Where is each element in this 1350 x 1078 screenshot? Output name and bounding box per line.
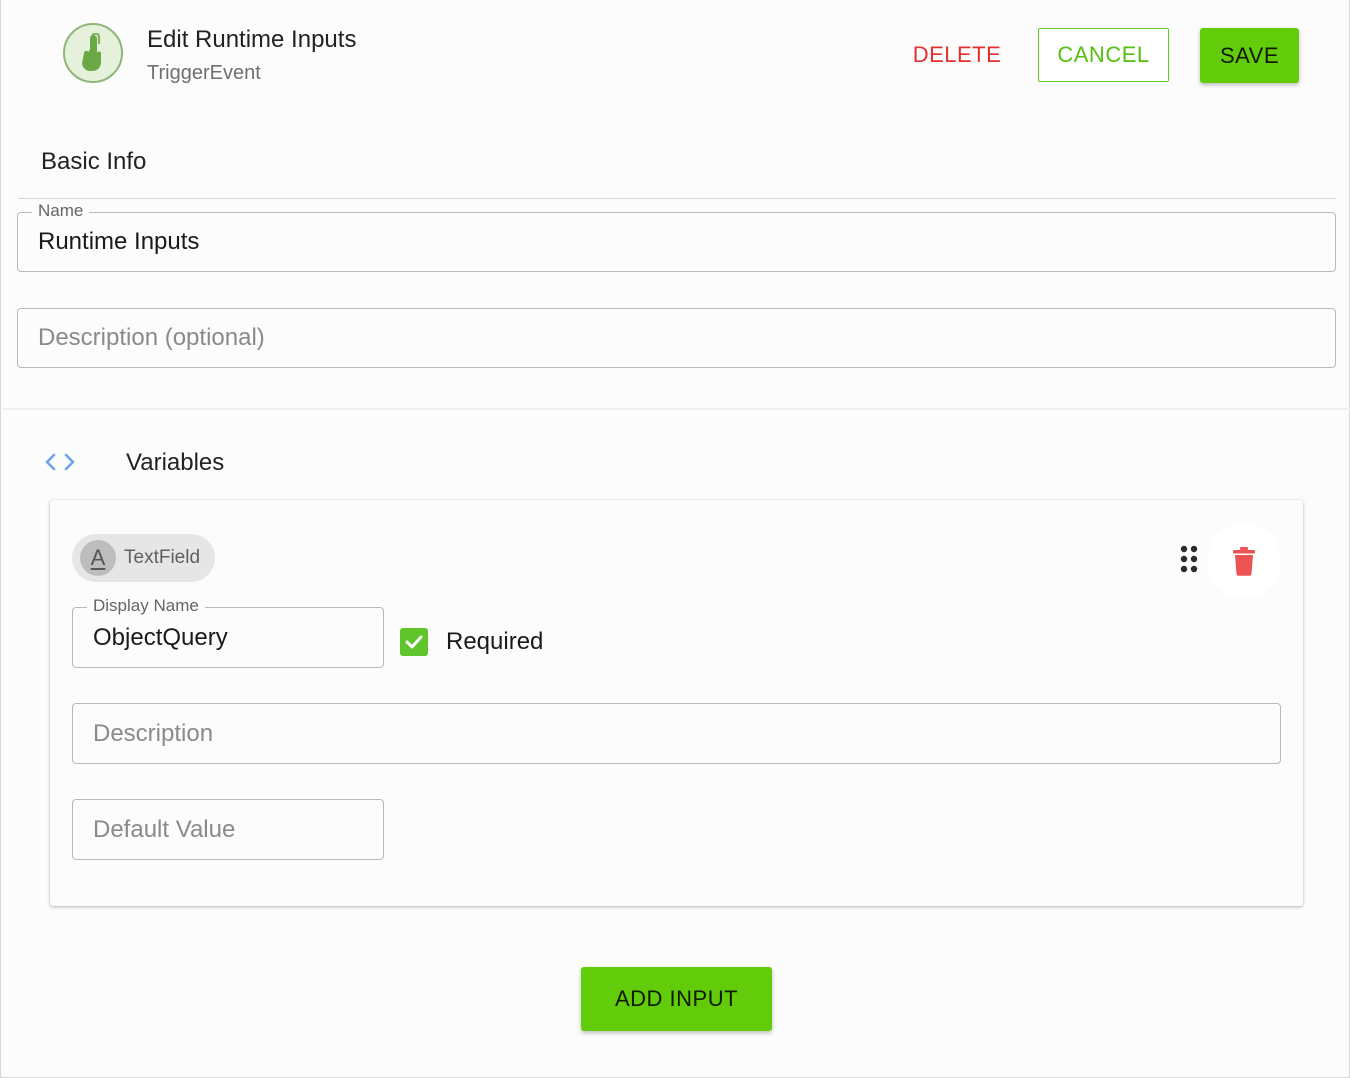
required-checkbox-group: Required	[400, 628, 543, 656]
page-subtitle: TriggerEvent	[147, 62, 261, 84]
section-divider	[18, 198, 1336, 199]
variable-description-field[interactable]: Description	[72, 703, 1281, 764]
description-field[interactable]: Description (optional)	[17, 308, 1336, 368]
code-brackets-icon	[42, 450, 78, 474]
required-checkbox[interactable]	[400, 628, 428, 656]
name-field-label: Name	[32, 201, 90, 221]
display-name-field-label: Display Name	[87, 596, 205, 616]
add-input-button[interactable]: ADD INPUT	[581, 967, 772, 1031]
trash-icon	[1233, 547, 1255, 576]
text-field-type-icon: A	[80, 540, 116, 576]
variables-heading: Variables	[126, 449, 225, 476]
variable-card: A TextField Display Name ObjectQuery Req…	[50, 500, 1303, 906]
edit-runtime-inputs-panel: Edit Runtime Inputs TriggerEvent DELETE …	[0, 0, 1350, 1078]
name-field-value: Runtime Inputs	[38, 228, 200, 255]
description-field-placeholder: Description (optional)	[38, 324, 265, 351]
page-title: Edit Runtime Inputs	[147, 26, 357, 53]
basic-info-heading: Basic Info	[41, 148, 147, 175]
name-field[interactable]: Name Runtime Inputs	[17, 201, 1336, 272]
delete-button[interactable]: DELETE	[903, 28, 1011, 82]
delete-variable-button[interactable]	[1207, 524, 1281, 598]
checkmark-icon	[405, 635, 423, 649]
variable-type-chip: A TextField	[72, 534, 215, 582]
default-value-placeholder: Default Value	[93, 815, 236, 843]
drag-handle-icon[interactable]	[1178, 544, 1200, 574]
required-label: Required	[446, 628, 544, 655]
variable-description-placeholder: Description	[93, 719, 214, 747]
section-separator	[2, 408, 1350, 410]
display-name-field-value: ObjectQuery	[93, 623, 228, 651]
display-name-field[interactable]: Display Name ObjectQuery	[72, 596, 384, 668]
default-value-field[interactable]: Default Value	[72, 799, 384, 860]
save-button[interactable]: SAVE	[1200, 28, 1299, 83]
touch-hand-icon	[63, 23, 123, 83]
variable-type-label: TextField	[124, 547, 201, 568]
cancel-button[interactable]: CANCEL	[1038, 28, 1169, 82]
